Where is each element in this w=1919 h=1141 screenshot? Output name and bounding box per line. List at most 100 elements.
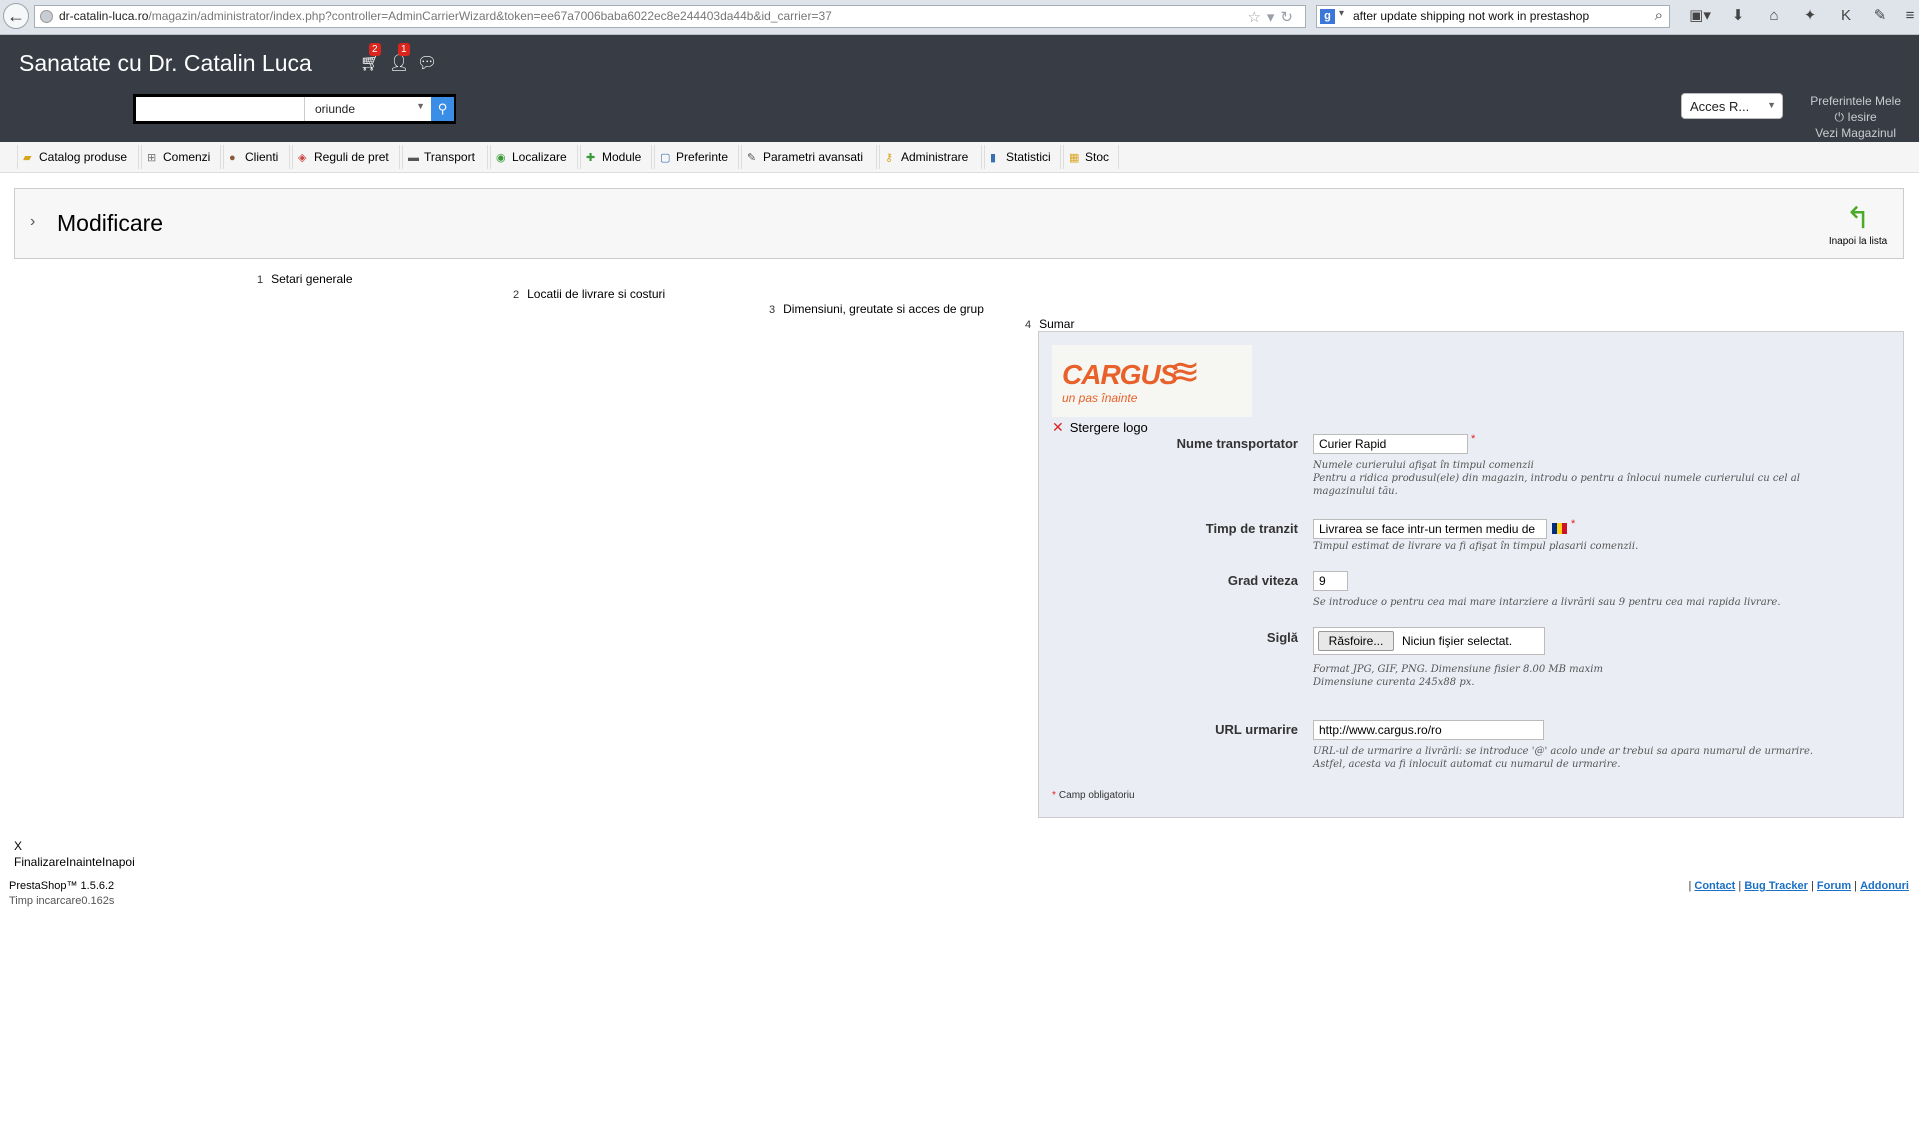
url-actions: ☆▾↻ (1247, 8, 1299, 26)
search-icon[interactable]: ⌕ (1655, 7, 1663, 24)
admin-header: Sanatate cu Dr. Catalin Luca 🛒︎ 2 👤︎ 1 💬… (0, 35, 1919, 142)
admin-tab-menu: ▰ Catalog produse ⊞ Comenzi ● Clienti ◈ Regu… (0, 142, 1919, 173)
view-shop-link[interactable]: Vezi Magazinul (1810, 125, 1901, 141)
close-wizard-link[interactable]: X (14, 839, 22, 853)
customers-badge: 1 (398, 43, 410, 56)
url-host: dr-catalin-luca.ro (59, 9, 149, 23)
orders-notification[interactable]: 🛒︎ 2 (360, 43, 381, 73)
carrier-name-input[interactable]: Curier Rapid (1313, 434, 1468, 454)
user-icon: 👤︎ (389, 55, 410, 72)
prestashop-version: PrestaShop™ 1.5.6.2 (9, 880, 115, 892)
truck-icon: ▬ (408, 152, 419, 164)
tab-price-rules[interactable]: ◈ Reguli de pret (292, 145, 400, 169)
transit-time-hint: Timpul estimat de livrare va fi afişat î… (1313, 541, 1639, 552)
chevron-right-icon: › (30, 213, 36, 230)
user-links: Preferintele Mele ⏻ Iesire Vezi Magazinu… (1810, 93, 1901, 141)
wrench-icon[interactable]: ✎ (1868, 5, 1892, 27)
logout-link[interactable]: ⏻ Iesire (1810, 109, 1901, 125)
tab-shipping[interactable]: ▬ Transport (402, 145, 488, 169)
folder-icon: ▰ (23, 152, 32, 164)
address-bar[interactable]: dr-catalin-luca.ro/magazin/administrator… (34, 5, 1306, 28)
speed-grade-hint: Se introduce o pentru cea mai mare intar… (1313, 597, 1781, 608)
shop-title[interactable]: Sanatate cu Dr. Catalin Luca (19, 50, 312, 77)
return-arrow-icon: ↰ (1845, 202, 1871, 235)
k-addon-icon[interactable]: K (1834, 5, 1858, 27)
delete-logo-link[interactable]: ✕ Stergere logo (1052, 419, 1148, 436)
screenshot-icon[interactable]: ▣▾ (1682, 5, 1718, 27)
forum-link[interactable]: Forum (1817, 880, 1851, 892)
carrier-name-label: Nume transportator (1176, 436, 1298, 451)
my-preferences-link[interactable]: Preferintele Mele (1810, 93, 1901, 109)
browser-search-box[interactable]: g ▾ after update shipping not work in pr… (1316, 5, 1670, 28)
search-icon: ⚲ (437, 101, 448, 116)
page-title: Modificare (57, 210, 164, 236)
addon-icon[interactable]: ✦ (1798, 5, 1822, 27)
tab-customers[interactable]: ● Clienti (223, 145, 290, 169)
back-to-list-button[interactable]: ↰ Inapoi la lista (1823, 202, 1893, 247)
wizard-step-3[interactable]: 3 Dimensiuni, greutate si acces de grup (769, 302, 984, 316)
wizard-step-2[interactable]: 2 Locatii de livrare si costuri (513, 287, 665, 301)
messages-notification[interactable]: 💬︎ (417, 53, 437, 73)
bookmark-star-icon[interactable]: ☆ (1247, 9, 1266, 26)
tab-advanced-parameters[interactable]: ✎ Parametri avansati (741, 145, 877, 169)
price-tag-icon: ◈ (298, 152, 307, 164)
required-marker: * (1571, 518, 1576, 530)
download-icon[interactable]: ⬇ (1726, 5, 1750, 27)
browse-button[interactable]: Răsfoire... (1318, 631, 1394, 651)
tracking-url-hint: URL-ul de urmarire a livrării: se introd… (1313, 746, 1814, 770)
power-icon: ⏻ (1834, 110, 1845, 124)
search-scope-select[interactable]: oriunde ▼ (304, 97, 431, 121)
customers-notification[interactable]: 👤︎ 1 (389, 43, 410, 73)
window-icon: ▢ (660, 152, 671, 164)
bug-tracker-link[interactable]: Bug Tracker (1744, 880, 1808, 892)
wrench-icon: ✎ (747, 152, 757, 164)
tab-administration[interactable]: ⚷ Administrare (879, 145, 982, 169)
home-icon[interactable]: ⌂ (1762, 5, 1786, 27)
tab-catalog[interactable]: ▰ Catalog produse (17, 145, 139, 169)
browser-toolbar: ← dr-catalin-luca.ro/magazin/administrat… (0, 0, 1919, 35)
required-marker: * (1471, 433, 1476, 445)
carrier-form-panel: CARGUS ≋ un pas înainte ✕ Stergere logo N… (1038, 331, 1904, 818)
menu-icon[interactable]: ≡ (1898, 5, 1919, 27)
chevron-down-icon: ▼ (1767, 100, 1776, 110)
search-engine-icon[interactable]: g (1320, 9, 1335, 24)
wizard-step-1[interactable]: 1 Setari generale (257, 272, 353, 286)
globe-icon (40, 10, 53, 23)
tab-modules[interactable]: ✚ Module (580, 145, 652, 169)
romanian-flag-icon[interactable] (1552, 523, 1568, 534)
globe-icon: ◉ (496, 152, 506, 164)
engine-dropdown-icon[interactable]: ▾ (1339, 8, 1344, 19)
tab-localization[interactable]: ◉ Localizare (490, 145, 578, 169)
transit-time-label: Timp de tranzit (1205, 521, 1298, 536)
carrier-name-hint: Numele curierului afişat în timpul comen… (1313, 460, 1800, 497)
tracking-url-input[interactable]: http://www.cargus.ro/ro (1313, 720, 1544, 740)
logo-field-hint: Format JPG, GIF, PNG. Dimensiune fisier … (1313, 664, 1603, 688)
tab-stock[interactable]: ▦ Stoc (1063, 145, 1119, 169)
box-icon: ▦ (1069, 152, 1080, 164)
speed-grade-input[interactable]: 9 (1313, 571, 1348, 591)
orders-badge: 2 (369, 43, 381, 56)
search-input[interactable] (136, 97, 304, 121)
logo-file-input[interactable]: Răsfoire... Niciun fişier selectat. (1313, 627, 1545, 655)
wizard-step-4[interactable]: 4 Sumar (1025, 317, 1074, 331)
footer-links: | Contact | Bug Tracker | Forum | Addonu… (1688, 880, 1909, 892)
key-icon: ⚷ (885, 152, 894, 164)
user-icon: ● (229, 152, 236, 164)
tab-orders[interactable]: ⊞ Comenzi (141, 145, 221, 169)
back-arrow-icon[interactable]: ← (3, 3, 29, 29)
tab-stats[interactable]: ▮ Statistici (984, 145, 1061, 169)
wizard-nav-links[interactable]: FinalizareInainteInapoi (14, 855, 135, 869)
transit-time-input[interactable]: Livrarea se face intr-un termen mediu de (1313, 519, 1547, 539)
search-button[interactable]: ⚲ (431, 97, 454, 121)
quick-access-value: Acces R... (1690, 99, 1750, 114)
url-path: /magazin/administrator/index.php?control… (148, 9, 832, 23)
quick-access-select[interactable]: Acces R... ▼ (1681, 93, 1783, 119)
delete-icon: ✕ (1052, 419, 1064, 435)
tab-preferences[interactable]: ▢ Preferinte (654, 145, 739, 169)
cart-icon: ⊞ (147, 152, 157, 164)
contact-link[interactable]: Contact (1694, 880, 1735, 892)
reload-icon[interactable]: ↻ (1280, 9, 1299, 26)
dropdown-arrow-icon[interactable]: ▾ (1267, 9, 1281, 26)
required-marker: * (1052, 790, 1056, 801)
addons-link[interactable]: Addonuri (1860, 880, 1909, 892)
